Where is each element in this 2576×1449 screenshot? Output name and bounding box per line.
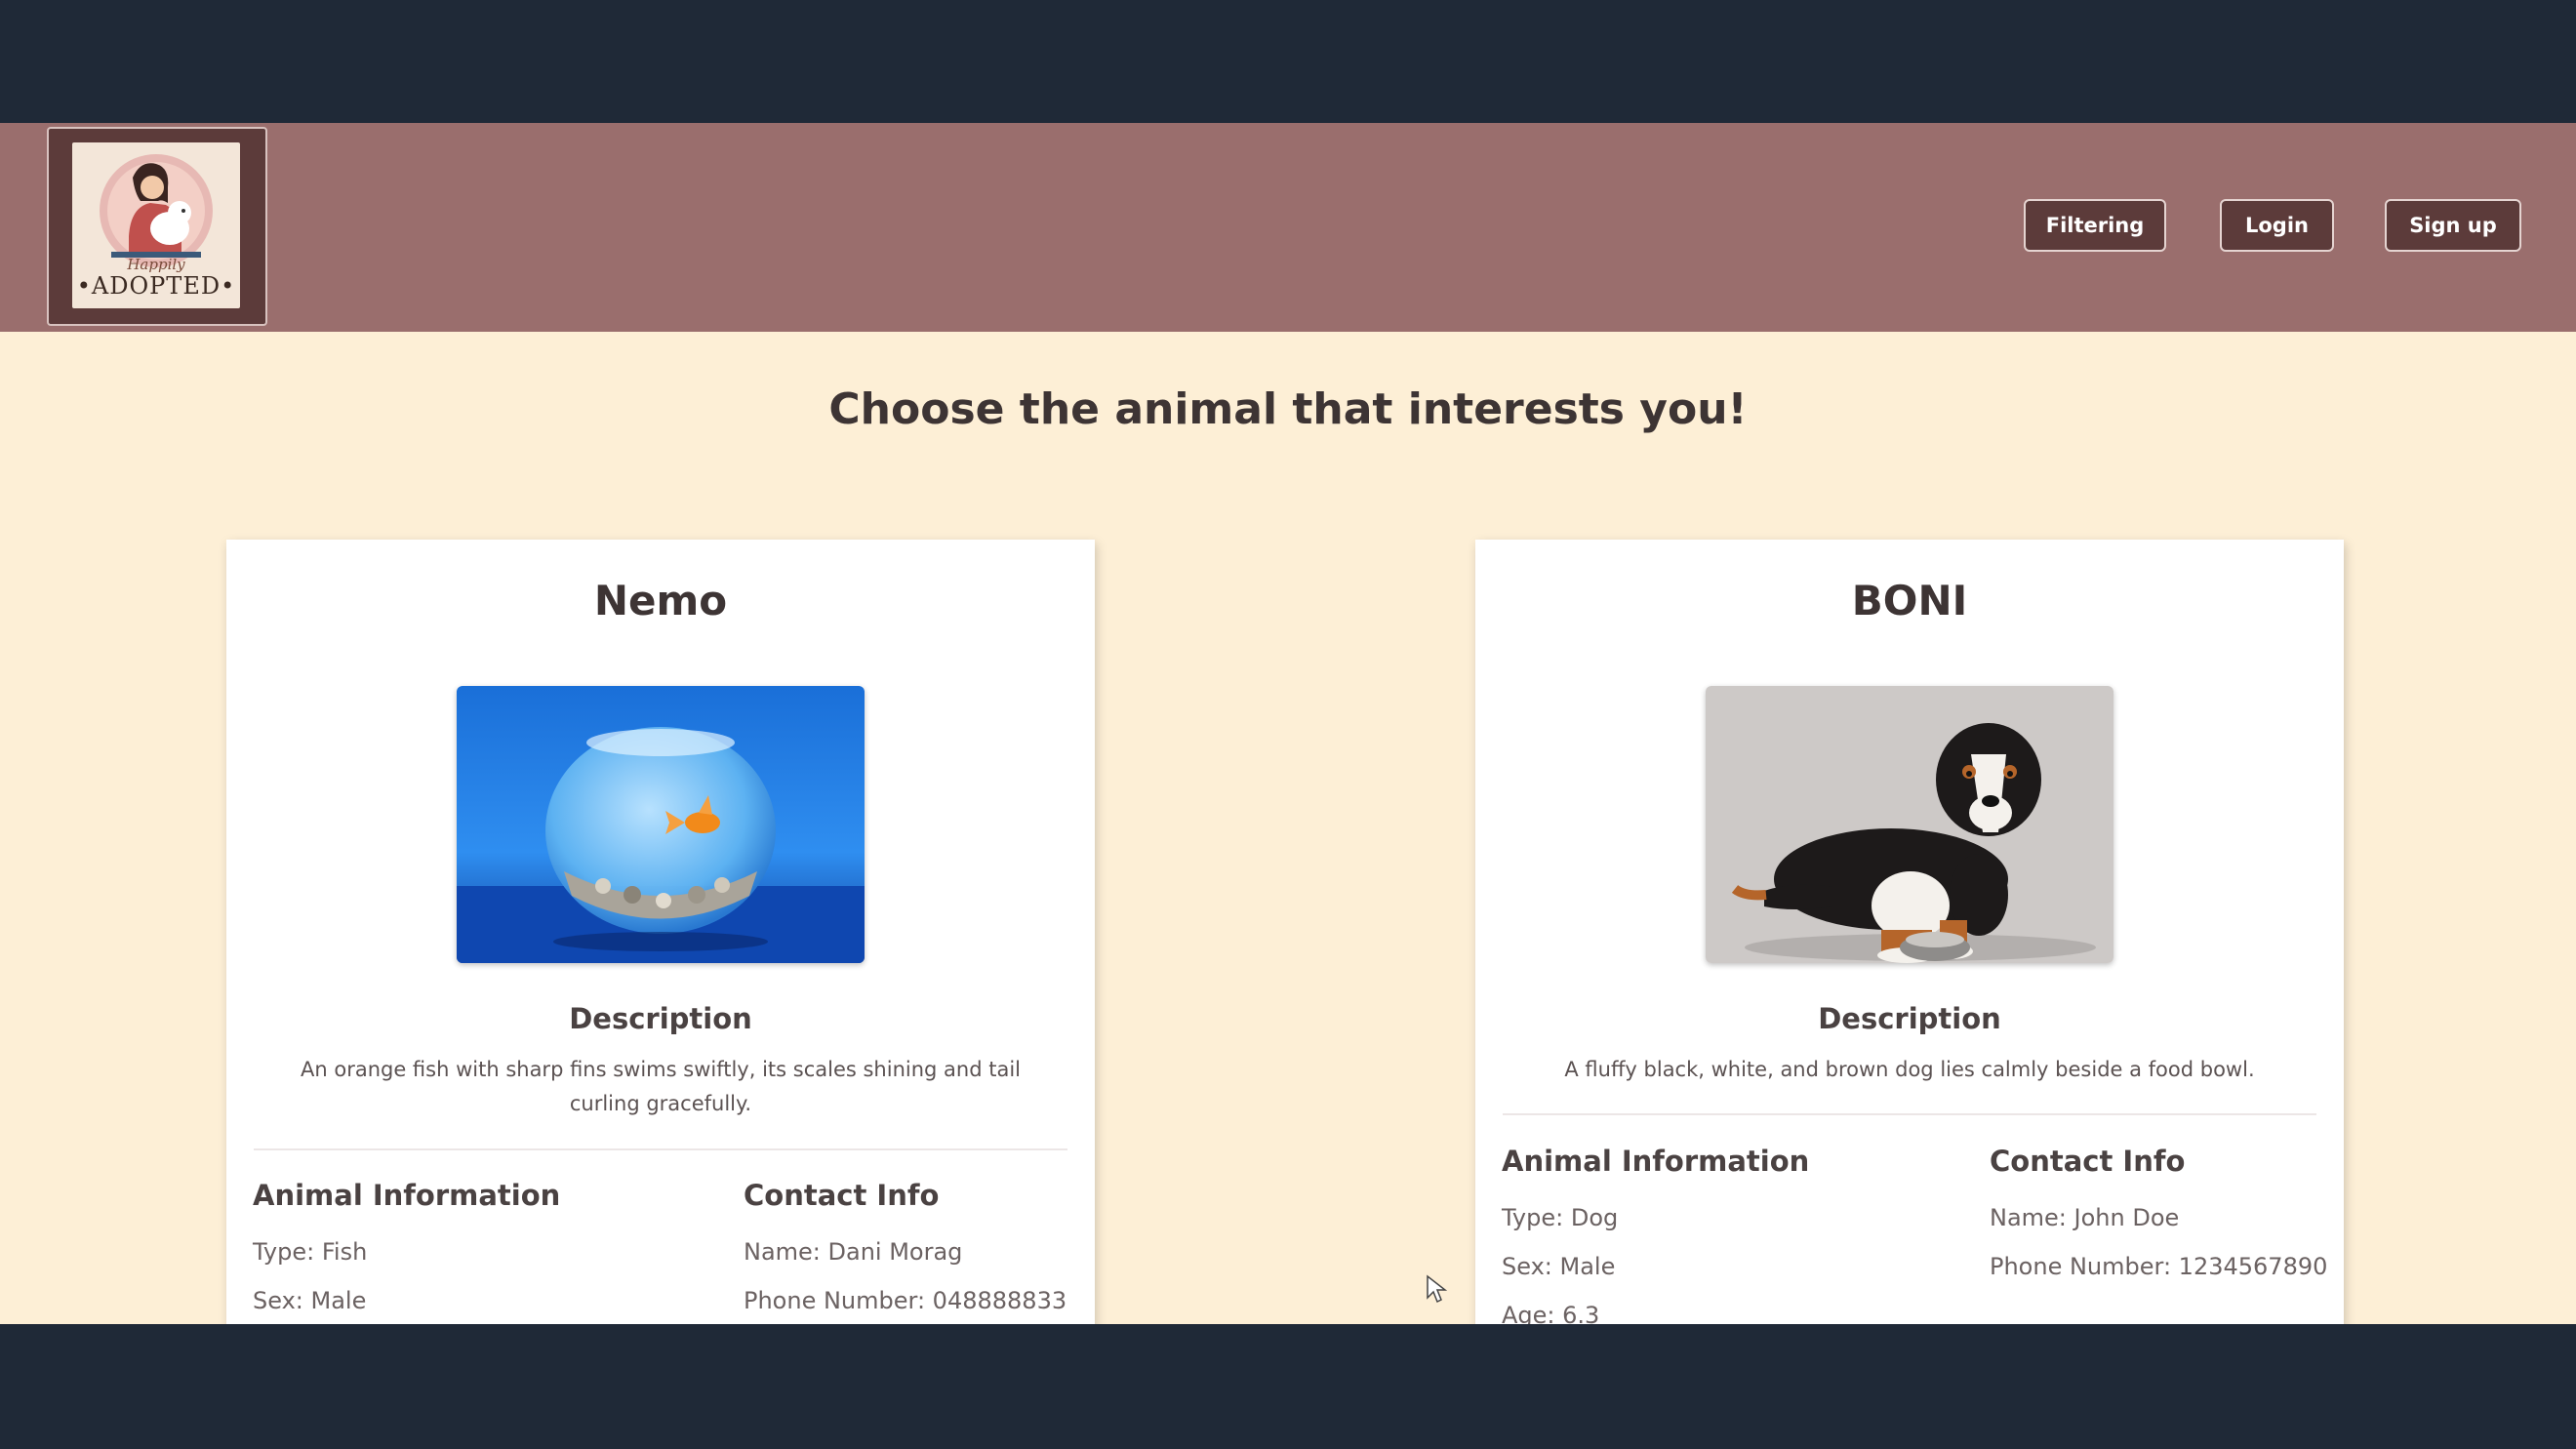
description-title: Description (569, 1002, 752, 1035)
letterbox-top (0, 0, 2576, 123)
logo-illustration: Happily •ADOPTED• (72, 142, 240, 308)
animal-card-nemo[interactable]: Nemo Description An orange fish with sha… (226, 540, 1095, 1324)
letterbox-bottom (0, 1324, 2576, 1449)
contact-info-title: Contact Info (1990, 1145, 2186, 1178)
goldfish-bowl-photo (457, 686, 865, 963)
contact-phone: Phone Number: 048888833 (744, 1287, 1067, 1314)
description-text: A fluffy black, white, and brown dog lie… (1564, 1058, 2255, 1081)
page-title: Choose the animal that interests you! (828, 384, 1748, 434)
animal-sex: Sex: Male (253, 1287, 367, 1314)
login-button[interactable]: Login (2220, 199, 2334, 252)
contact-phone: Phone Number: 1234567890 (1990, 1253, 2328, 1280)
card-divider (254, 1148, 1067, 1150)
description-title: Description (1818, 1002, 2001, 1035)
signup-button[interactable]: Sign up (2385, 199, 2521, 252)
animal-type: Type: Fish (253, 1238, 368, 1266)
contact-info: Contact Info Name: John Doe Phone Number… (1990, 1145, 2327, 1291)
animal-name: BONI (1851, 577, 1968, 624)
contact-name: Name: Dani Morag (744, 1238, 963, 1266)
logo-script-text: Happily (127, 256, 185, 273)
animal-information: Animal Information Type: Fish Sex: Male (253, 1179, 560, 1324)
animal-name: Nemo (593, 577, 728, 624)
animal-info-title: Animal Information (1502, 1145, 1810, 1178)
animal-info-title: Animal Information (253, 1179, 561, 1212)
animal-type: Type: Dog (1502, 1204, 1619, 1231)
mouse-cursor-icon (1426, 1274, 1448, 1308)
animal-card-boni[interactable]: BONI Description A fluffy black, white, … (1475, 540, 2344, 1324)
navbar: Happily •ADOPTED• Filtering Login Sign u… (0, 123, 2576, 332)
logo-text: •ADOPTED• (76, 272, 236, 300)
animal-sex: Sex: Male (1502, 1253, 1616, 1280)
bernese-dog-photo (1706, 686, 2113, 963)
contact-info: Contact Info Name: Dani Morag Phone Numb… (744, 1179, 1067, 1324)
description-text: An orange fish with sharp fins swims swi… (301, 1058, 1021, 1115)
browser-viewport: Happily •ADOPTED• Filtering Login Sign u… (0, 123, 2576, 1324)
site-logo[interactable]: Happily •ADOPTED• (47, 127, 267, 326)
animal-information: Animal Information Type: Dog Sex: Male A… (1502, 1145, 1809, 1324)
contact-name: Name: John Doe (1990, 1204, 2180, 1231)
card-divider (1503, 1113, 2316, 1115)
contact-info-title: Contact Info (744, 1179, 940, 1212)
filtering-button[interactable]: Filtering (2024, 199, 2166, 252)
animal-age: Age: 6.3 (1502, 1302, 1600, 1324)
